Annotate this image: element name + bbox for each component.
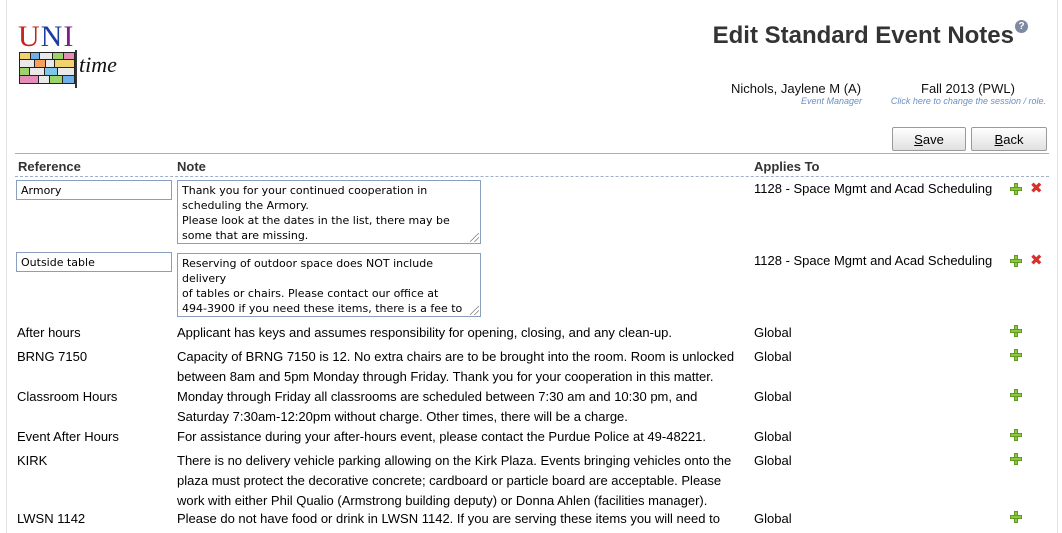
back-button[interactable]: Back [971,127,1047,151]
note-textarea[interactable]: Thank you for your continued cooperation… [177,180,481,244]
session-hint[interactable]: Click here to change the session / role. [891,96,1046,106]
row-note: There is no delivery vehicle parking all… [177,453,732,508]
cross-icon[interactable]: ✖ [1030,181,1043,196]
save-button[interactable]: Save [892,127,966,151]
logo-divider [75,50,77,88]
plus-icon[interactable] [1010,389,1022,401]
column-reference: Reference [18,159,81,174]
row-reference: Classroom Hours [17,389,118,404]
reference-input[interactable] [16,180,172,200]
unitime-logo[interactable]: UNI time [18,20,148,92]
row-reference: LWSN 1142 [17,511,86,526]
row-applies-to: Global [754,511,792,526]
resize-grip-icon[interactable] [470,233,479,242]
reference-input[interactable] [16,252,172,272]
cross-icon[interactable]: ✖ [1030,253,1043,268]
row-applies-to: Global [754,429,792,444]
applies-to: 1128 - Space Mgmt and Acad Scheduling [754,181,993,196]
column-note: Note [177,159,206,174]
row-note: For assistance during your after-hours e… [177,429,706,444]
plus-icon[interactable] [1010,511,1022,523]
help-icon[interactable]: ? [1015,20,1028,33]
plus-icon[interactable] [1010,325,1022,337]
row-applies-to: Global [754,389,792,404]
plus-icon[interactable] [1010,183,1022,195]
row-reference: After hours [17,325,81,340]
row-note: Applicant has keys and assumes responsib… [177,325,673,340]
user-role[interactable]: Event Manager [801,96,862,106]
user-name[interactable]: Nichols, Jaylene M (A) [731,81,861,96]
plus-icon[interactable] [1010,453,1022,465]
session-name[interactable]: Fall 2013 (PWL) [921,81,1015,96]
row-note: Please do not have food or drink in LWSN… [177,511,720,526]
applies-to: 1128 - Space Mgmt and Acad Scheduling [754,253,993,268]
row-note: Capacity of BRNG 7150 is 12. No extra ch… [177,349,735,384]
row-reference: Event After Hours [17,429,119,444]
row-applies-to: Global [754,453,792,468]
table-header: Reference Note Applies To [15,156,1049,177]
logo-grid-icon [19,52,75,84]
table-top-rule [15,153,1049,154]
row-applies-to: Global [754,325,792,340]
logo-uni-text: UNI [18,20,75,53]
row-reference: KIRK [17,453,48,468]
plus-icon[interactable] [1010,429,1022,441]
resize-grip-icon[interactable] [470,306,479,315]
plus-icon[interactable] [1010,255,1022,267]
row-note: Monday through Friday all classrooms are… [177,389,698,424]
row-applies-to: Global [754,349,792,364]
row-reference: BRNG 7150 [17,349,88,364]
note-textarea[interactable]: Reserving of outdoor space does NOT incl… [177,253,481,317]
column-applies-to: Applies To [754,159,820,174]
plus-icon[interactable] [1010,349,1022,361]
page-title: Edit Standard Event Notes [712,22,1014,49]
logo-time-text: time [79,52,117,77]
